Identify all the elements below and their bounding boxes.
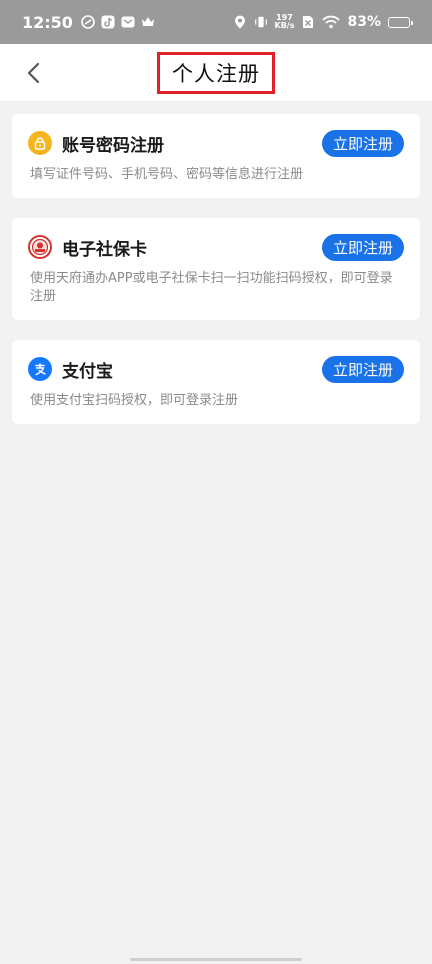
mail-icon <box>121 15 135 29</box>
tiktok-icon <box>101 15 115 29</box>
wifi-icon <box>322 15 341 29</box>
social-security-card-icon <box>28 235 52 259</box>
system-indicators: 197 KB/s 83% <box>233 14 413 30</box>
nav-header: 个人注册 <box>0 44 432 102</box>
register-button-social-security[interactable]: 立即注册 <box>321 233 404 261</box>
home-indicator[interactable] <box>130 958 302 961</box>
alipay-icon <box>28 357 52 381</box>
crown-icon <box>141 15 155 29</box>
card-header: 账号密码注册 立即注册 <box>28 114 404 166</box>
location-icon <box>233 15 247 29</box>
card-title: 支付宝 <box>62 361 113 382</box>
vibrate-icon <box>254 15 268 29</box>
battery-percent: 83% <box>347 14 381 30</box>
card-description: 填写证件号码、手机号码、密码等信息进行注册 <box>30 167 304 182</box>
back-button[interactable] <box>18 58 48 88</box>
battery-icon <box>388 16 413 28</box>
card-description: 使用天府通办APP或电子社保卡扫一扫功能扫码授权，即可登录注册 <box>30 271 393 304</box>
notification-icons <box>81 15 155 29</box>
card-header: 电子社保卡 立即注册 <box>28 218 404 270</box>
register-button-account-password[interactable]: 立即注册 <box>321 129 404 157</box>
app-notification-icon <box>81 15 95 29</box>
option-card-account-password: 账号密码注册 立即注册 填写证件号码、手机号码、密码等信息进行注册 <box>12 114 420 198</box>
network-speed: 197 KB/s <box>275 14 295 30</box>
net-speed-unit: KB/s <box>274 21 295 30</box>
register-button-alipay[interactable]: 立即注册 <box>321 355 404 383</box>
card-header: 支付宝 立即注册 <box>28 340 404 392</box>
chevron-left-icon <box>27 62 40 84</box>
status-bar: 12:50 197 KB/s 83% <box>0 0 432 44</box>
lock-icon <box>28 131 52 155</box>
option-card-social-security: 电子社保卡 立即注册 使用天府通办APP或电子社保卡扫一扫功能扫码授权，即可登录… <box>12 218 420 320</box>
card-description: 使用支付宝扫码授权，即可登录注册 <box>30 393 239 408</box>
status-time: 12:50 <box>22 12 73 32</box>
card-title: 电子社保卡 <box>62 239 147 260</box>
card-title: 账号密码注册 <box>62 135 164 156</box>
title-highlight-box: 个人注册 <box>157 51 275 94</box>
no-sim-icon <box>301 15 315 29</box>
page-title: 个人注册 <box>172 61 260 86</box>
option-card-alipay: 支付宝 立即注册 使用支付宝扫码授权，即可登录注册 <box>12 340 420 424</box>
